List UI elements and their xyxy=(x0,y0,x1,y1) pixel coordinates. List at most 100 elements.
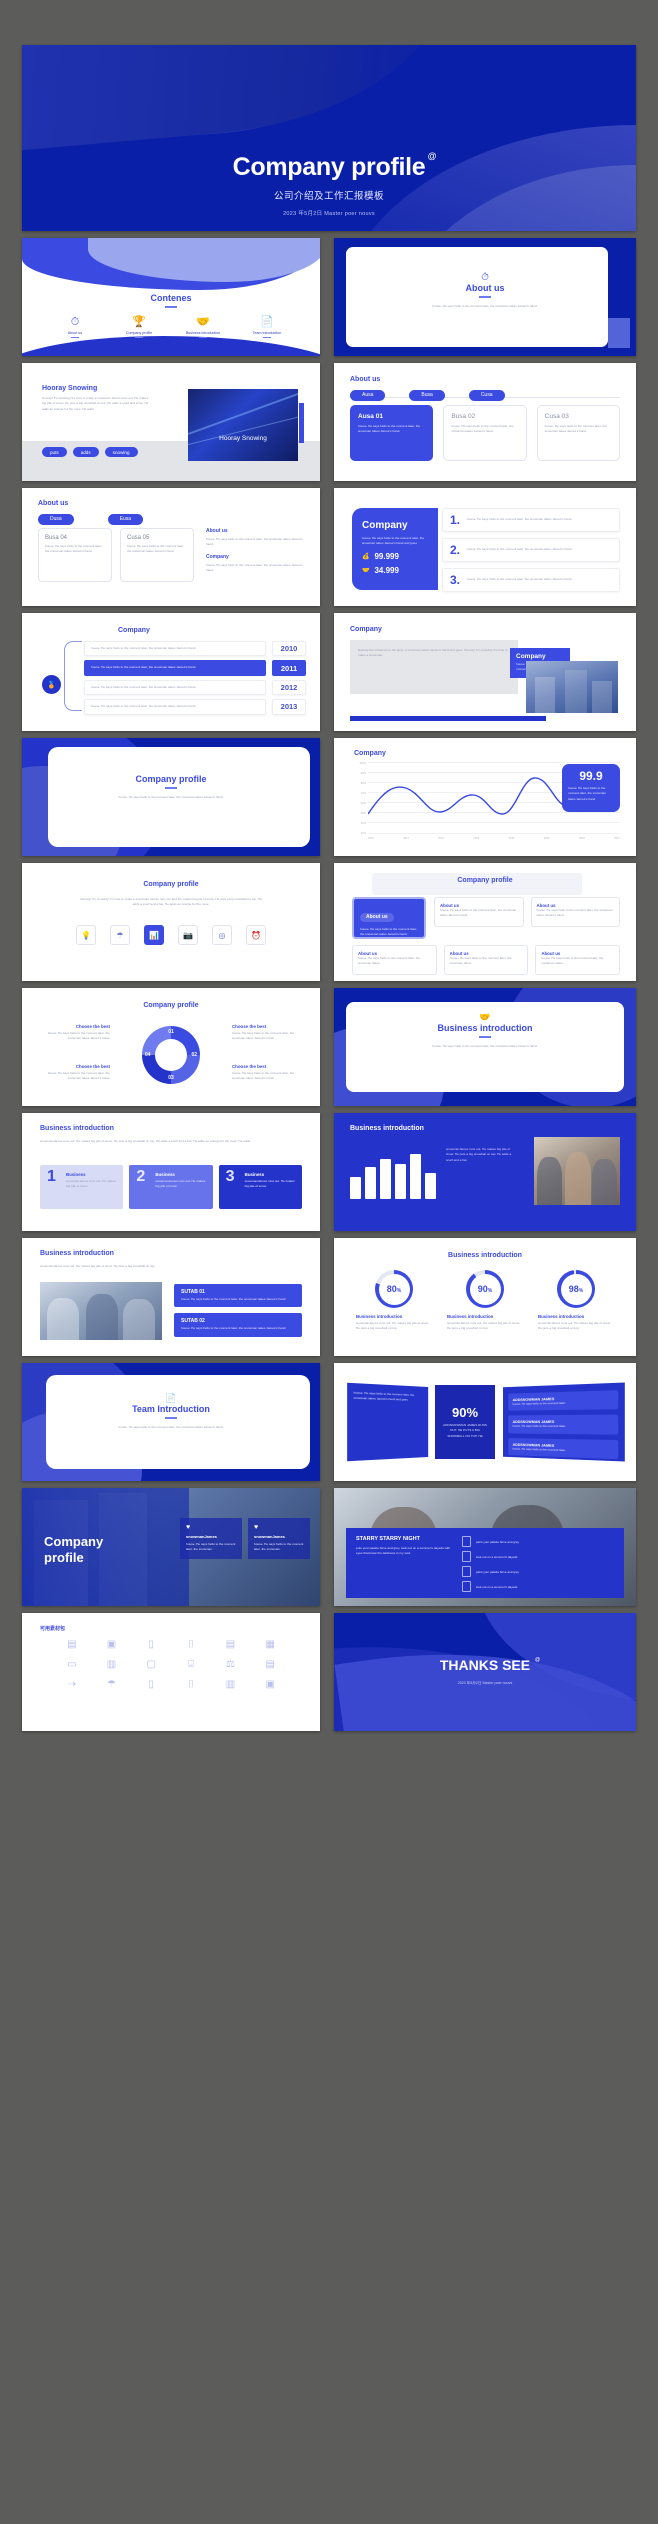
slide-company-profile-cover[interactable]: Company profile house. He says hello to … xyxy=(22,738,320,856)
bottle-icon[interactable]: ⌷ xyxy=(188,1639,194,1650)
photo-cover-column[interactable]: ♥ snowmanJames house. He says hello to t… xyxy=(248,1518,310,1559)
slide-starry-night[interactable]: STARRY STARRY NIGHT puts your palette br… xyxy=(334,1488,636,1606)
percent-circle-group: 80% Business introduction snowmanJames r… xyxy=(356,1270,614,1332)
grid-cell[interactable]: About us house. He says hello to the mom… xyxy=(530,897,620,927)
tag-pill[interactable]: adds xyxy=(72,447,99,457)
fan-mini-card[interactable]: ADDSNOWMAN JAMES house. He says hello to… xyxy=(508,1390,619,1412)
slide-about-us-two[interactable]: About us Dusa Eusa Busa 04 house. He say… xyxy=(22,488,320,606)
fan-panel-center[interactable]: 90% ADDSNOWMAN JAMES RUNS OUT. HE PUTS A… xyxy=(435,1385,495,1459)
dispenser-icon[interactable]: ▥ xyxy=(226,1679,235,1690)
umbrella-icon[interactable]: ☂ xyxy=(107,1679,116,1690)
contents-item[interactable]: ⏱ About us xyxy=(52,316,98,338)
about-box[interactable]: Cusa 05 house. He says hello to the mome… xyxy=(120,528,194,582)
box-icon[interactable]: ▣ xyxy=(265,1679,274,1690)
slide-business-123[interactable]: Business introduction snowmanJames runs … xyxy=(22,1113,320,1231)
label-body: house. He says hello to the moment later… xyxy=(232,1071,295,1081)
truck-icon[interactable]: ⇢ xyxy=(68,1679,76,1690)
slide-about-us-cover[interactable]: ⏱ About us house. He says hello to the m… xyxy=(334,238,636,356)
slide-title-cover[interactable]: Company profile @ 公司介绍及工作汇报模板 2023 年5月2日 … xyxy=(22,45,636,231)
bar-item[interactable]: 1 Business snowmanJames runs out. He mak… xyxy=(40,1165,124,1209)
contents-item[interactable]: 🤝 Business introduction xyxy=(180,316,226,338)
list-item[interactable]: 2. house. He says hello to the moment la… xyxy=(442,538,620,562)
slide-company-list[interactable]: Company house. He says hello to the mome… xyxy=(334,488,636,606)
clock-icon[interactable]: ⏰ xyxy=(246,925,266,945)
presentation-icon[interactable]: ▣ xyxy=(107,1639,116,1650)
about-card[interactable]: Ausa 01 house. He says hello to the mome… xyxy=(350,405,434,461)
about-card[interactable]: Busa 02 house. He says hello to the mome… xyxy=(443,405,527,461)
grid-cell[interactable]: About us house. He says hello to the mom… xyxy=(434,897,524,927)
about-box[interactable]: Busa 04 house. He says hello to the mome… xyxy=(38,528,112,582)
mobile-icon[interactable]: ▯ xyxy=(148,1639,154,1650)
flask-icon[interactable]: ⌸ xyxy=(188,1659,194,1670)
slide-hooray-snowing[interactable]: Hooray Snowing Hooray! It's snowing! It'… xyxy=(22,363,320,481)
fan-mini-card[interactable]: ADDSNOWMAN JAMES house. He says hello to… xyxy=(508,1437,619,1460)
slide-donut-chart[interactable]: Company profile 01 02 03 04 Choose the b… xyxy=(22,988,320,1106)
slide-thanks[interactable]: THANKS SEE @ 2023 年5月2日 Master poer nouvs xyxy=(334,1613,636,1731)
slide-line-chart[interactable]: Company 100% 90% 80% 70% 60% 50% 40% 30%… xyxy=(334,738,636,856)
item-text: paint your palette brine and grey xyxy=(476,1569,520,1574)
featured-cell[interactable]: About us house. He says hello to the mom… xyxy=(352,897,426,939)
briefcase-icon[interactable]: ▤ xyxy=(67,1639,76,1650)
photo-cover-column[interactable]: ♥ snowmanJames house. He says hello to t… xyxy=(180,1518,242,1559)
slide-business-cover[interactable]: 🤝 Business introduction house. He says h… xyxy=(334,988,636,1106)
slide-photo-cover[interactable]: Company profile ♥ snowmanJames house. He… xyxy=(22,1488,320,1606)
item-title: SUTAB 02 xyxy=(181,1318,205,1325)
jar-icon[interactable]: ⌷ xyxy=(188,1679,194,1690)
list-item[interactable]: SUTAB 02 house. He says hello to the mom… xyxy=(174,1313,302,1337)
slide-business-photo-list[interactable]: Business introduction snowmanJames runs … xyxy=(22,1238,320,1356)
slide-profile-icons[interactable]: Company profile Hooray! It's snowing! It… xyxy=(22,863,320,981)
list-item[interactable]: 3. house. He says hello to the moment la… xyxy=(442,568,620,592)
starry-list-item[interactable]: paint your palette brine and grey xyxy=(462,1566,614,1577)
slide-team-cover[interactable]: 📄 Team Introduction house. He says hello… xyxy=(22,1363,320,1481)
slide-company-photo[interactable]: Company Raising the snowman to his glory… xyxy=(334,613,636,731)
building-icon[interactable]: ▥ xyxy=(107,1659,116,1670)
chart-icon[interactable]: 📊 xyxy=(144,925,164,945)
grid-cell[interactable]: About us house. He says hello to the mom… xyxy=(535,945,620,975)
contents-item[interactable]: 📄 Team Introduction xyxy=(244,316,290,338)
timeline-row[interactable]: house. He says hello to the moment later… xyxy=(84,660,306,676)
file-icon[interactable]: ▢ xyxy=(146,1659,155,1670)
slide-about-us-tabs[interactable]: About us Ausa Busa Cusa Ausa 01 house. H… xyxy=(334,363,636,481)
slide-profile-grid[interactable]: Company profile About us house. He says … xyxy=(334,863,636,981)
tag-pill[interactable]: snowing xyxy=(104,447,138,457)
starry-list-item[interactable]: paint your palette brine and grey xyxy=(462,1536,614,1547)
clipboard-icon[interactable]: ▤ xyxy=(265,1659,274,1670)
list-item[interactable]: SUTAB 01 house. He says hello to the mom… xyxy=(174,1284,302,1308)
target-icon[interactable]: ◎ xyxy=(212,925,232,945)
fan-panel-right[interactable]: ADDSNOWMAN JAMES house. He says hello to… xyxy=(503,1382,625,1462)
grid-cell[interactable]: About us house. He says hello to the mom… xyxy=(443,945,529,975)
tab-cusa[interactable]: Cusa xyxy=(468,390,505,401)
grid-cell[interactable]: About us house. He says hello to the mom… xyxy=(352,945,437,975)
tab-ausa[interactable]: Ausa xyxy=(350,390,386,401)
bar-item[interactable]: 3 Business snowmanJames runs out. He mak… xyxy=(218,1165,302,1209)
scale-icon[interactable]: ⚖ xyxy=(226,1659,235,1670)
slide-percent-circles[interactable]: Business introduction 80% Business intro… xyxy=(334,1238,636,1356)
timeline-row[interactable]: house. He says hello to the moment later… xyxy=(84,641,306,657)
slide-business-bar-chart[interactable]: Business introduction snowmanJames runs … xyxy=(334,1113,636,1231)
tab-eusa[interactable]: Eusa xyxy=(107,514,144,525)
printer-icon[interactable]: ▤ xyxy=(226,1639,235,1650)
calendar-icon[interactable]: ▦ xyxy=(265,1639,274,1650)
timeline-row[interactable]: house. He says hello to the moment later… xyxy=(84,699,306,715)
slide-company-timeline[interactable]: Company 🏅 house. He says hello to the mo… xyxy=(22,613,320,731)
slide-contents[interactable]: Contenes ⏱ About us 🏆 Company profile 🤝 … xyxy=(22,238,320,356)
tab-busa[interactable]: Busa xyxy=(409,390,445,401)
about-card[interactable]: Cusa 03 house. He says hello to the mome… xyxy=(536,405,620,461)
starry-list-item[interactable]: look out on a summer's dayeds xyxy=(462,1551,614,1562)
contents-item[interactable]: 🏆 Company profile xyxy=(116,316,162,338)
timeline-row[interactable]: house. He says hello to the moment later… xyxy=(84,679,306,696)
umbrella-icon[interactable]: ☂ xyxy=(110,925,130,945)
tab-dusa[interactable]: Dusa xyxy=(38,514,74,525)
list-item[interactable]: 1. house. He says hello to the moment la… xyxy=(442,508,620,532)
monitor-icon[interactable]: ▭ xyxy=(67,1659,76,1670)
lightbulb-icon[interactable]: 💡 xyxy=(76,925,96,945)
slide-fan-90[interactable]: house. He says hello to the moment later… xyxy=(334,1363,636,1481)
phone-icon[interactable]: ▯ xyxy=(148,1679,154,1690)
fan-panel-left[interactable]: house. He says hello to the moment later… xyxy=(347,1382,429,1462)
starry-list-item[interactable]: look out on a summer's dayeds xyxy=(462,1581,614,1592)
slide-icon-library[interactable]: 可用素材包 ▤ ▣ ▯ ⌷ ▤ ▦ ▭ ▥ ▢ ⌸ ⚖ ▤ ⇢ ☂ ▯ ⌷ ▥ … xyxy=(22,1613,320,1731)
tag-pill[interactable]: puts xyxy=(42,447,67,457)
fan-mini-card[interactable]: ADDSNOWMAN JAMES house. He says hello to… xyxy=(508,1414,619,1435)
camera-icon[interactable]: 📷 xyxy=(178,925,198,945)
bar-item[interactable]: 2 Business snowmanJames runs out. He mak… xyxy=(129,1165,213,1209)
